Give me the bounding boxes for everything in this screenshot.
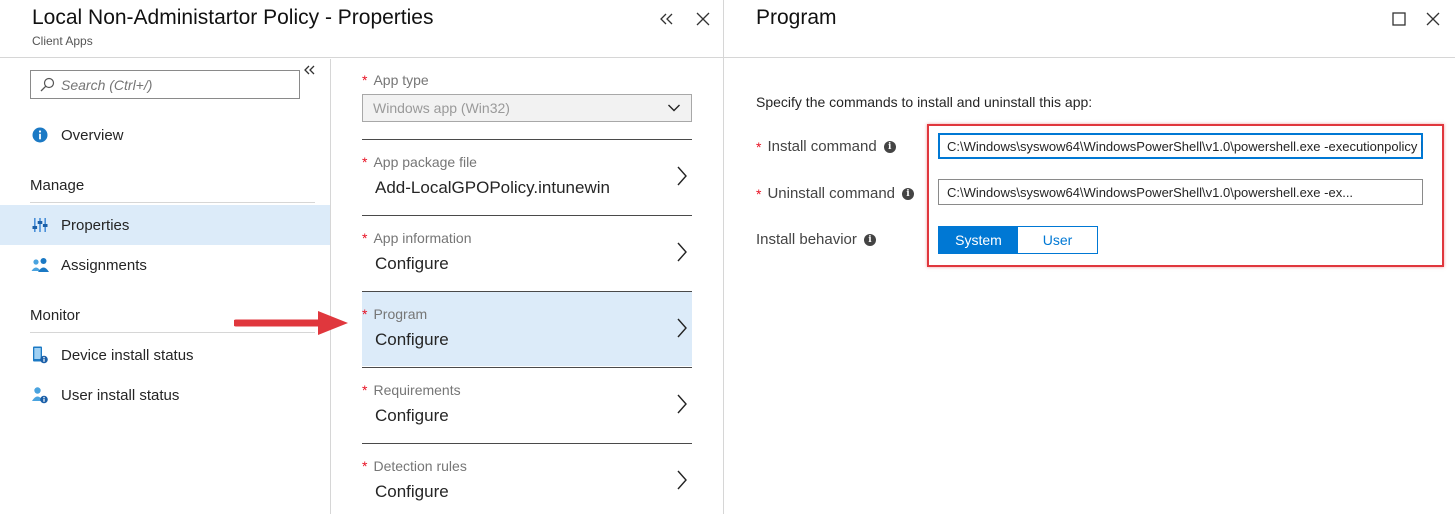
nav-section-manage: Manage: [30, 177, 315, 203]
list-item-requirements[interactable]: * Requirements Configure: [362, 367, 692, 442]
search-icon: [40, 77, 55, 91]
close-icon[interactable]: [1422, 8, 1444, 30]
list-item-detection-rules[interactable]: * Detection rules Configure: [362, 443, 692, 514]
properties-sliders-icon: [31, 216, 49, 234]
list-item-value: Configure: [375, 482, 449, 501]
info-icon[interactable]: i: [883, 140, 896, 153]
search-box[interactable]: [30, 70, 300, 99]
annotation-highlight-box: [927, 124, 1444, 267]
info-icon[interactable]: i: [863, 233, 876, 246]
chevron-right-icon: [676, 393, 688, 420]
nav-item-overview[interactable]: Overview: [0, 115, 330, 155]
list-item-program[interactable]: * Program Configure: [362, 291, 692, 366]
nav-item-label: Assignments: [61, 256, 147, 274]
list-item-app-package-file[interactable]: * App package file Add-LocalGPOPolicy.int…: [362, 139, 692, 214]
collapse-blade-icon[interactable]: [656, 8, 678, 30]
program-instructions: Specify the commands to install and unin…: [756, 94, 1093, 110]
chevron-down-icon: [667, 101, 681, 118]
app-type-label: * App type: [362, 72, 429, 88]
nav-item-label: Device install status: [61, 346, 194, 364]
properties-list: * App type Windows app (Win32) * App packa…: [331, 59, 723, 514]
info-circle-icon: [31, 126, 49, 144]
uninstall-command-label: * Uninstall command i: [756, 185, 915, 202]
program-title: Program: [756, 6, 837, 29]
list-item-label: Program: [373, 306, 428, 322]
chevron-right-icon: [676, 241, 688, 268]
page-title: Local Non-Administartor Policy - Propert…: [32, 6, 434, 29]
chevron-right-icon: [676, 165, 688, 192]
list-item-value: Configure: [375, 330, 449, 349]
nav-item-label: Properties: [61, 216, 130, 234]
nav-item-assignments[interactable]: Assignments: [0, 245, 330, 285]
left-nav: Overview Manage Properties Assignments M…: [0, 59, 331, 514]
install-behavior-label: Install behavior i: [756, 231, 876, 248]
search-input[interactable]: [61, 76, 281, 93]
list-item-value: Configure: [375, 406, 449, 425]
nav-item-label: Overview: [61, 126, 124, 144]
nav-item-label: User install status: [61, 386, 180, 404]
collapse-nav-icon[interactable]: [304, 59, 316, 82]
list-item-label: Requirements: [373, 382, 461, 398]
list-item-label: App information: [373, 230, 472, 246]
assignments-users-icon: [31, 256, 49, 274]
annotation-arrow-icon: [234, 311, 348, 335]
app-type-select: Windows app (Win32): [362, 94, 692, 122]
list-item-label: Detection rules: [373, 458, 467, 474]
chevron-right-icon: [676, 317, 688, 344]
list-item-label: App package file: [373, 154, 477, 170]
user-status-icon: [31, 386, 49, 404]
page-subtitle: Client Apps: [32, 34, 93, 48]
install-command-label: * Install command i: [756, 138, 896, 155]
device-status-icon: [31, 346, 49, 364]
list-item-value: Configure: [375, 254, 449, 273]
program-blade-header: Program: [724, 0, 1455, 58]
info-icon[interactable]: i: [902, 187, 915, 200]
nav-item-user-install-status[interactable]: User install status: [0, 375, 330, 415]
nav-item-device-install-status[interactable]: Device install status: [0, 335, 330, 375]
properties-blade-header: Local Non-Administartor Policy - Propert…: [0, 0, 723, 58]
close-icon[interactable]: [692, 8, 714, 30]
list-item-app-information[interactable]: * App information Configure: [362, 215, 692, 290]
properties-blade: Local Non-Administartor Policy - Propert…: [0, 0, 724, 514]
list-item-value: Add-LocalGPOPolicy.intunewin: [375, 178, 610, 197]
chevron-right-icon: [676, 469, 688, 496]
maximize-icon[interactable]: [1388, 8, 1410, 30]
nav-item-properties[interactable]: Properties: [0, 205, 330, 245]
program-blade: Program Specify the commands to install …: [724, 0, 1455, 514]
app-type-value: Windows app (Win32): [373, 100, 510, 116]
